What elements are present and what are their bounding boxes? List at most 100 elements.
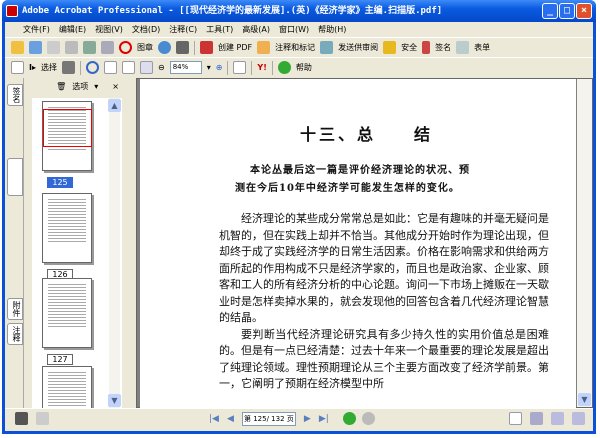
page-thumbnail[interactable] (42, 101, 92, 171)
select-cursor-icon: I▸ (29, 63, 36, 72)
pen-icon (422, 41, 431, 54)
menu-tools[interactable]: 工具(T) (206, 24, 233, 35)
facing-icon[interactable] (551, 412, 564, 425)
layers-icon[interactable] (15, 412, 28, 425)
title-bar: Adobe Acrobat Professional - [[现代经济学的最新发… (2, 0, 596, 22)
lock-icon (383, 41, 397, 54)
hand-tool-icon[interactable] (11, 61, 24, 74)
menu-advanced[interactable]: 高级(A) (242, 24, 270, 35)
organizer-icon[interactable] (29, 41, 42, 54)
main-toolbar: 图章 创建 PDF 注释和标记 发送供审阅 安全 签名 表单 (5, 37, 593, 57)
review-icon (320, 41, 334, 54)
previous-page-icon[interactable]: ◀ (227, 414, 234, 424)
forms-icon (456, 41, 470, 54)
panel-close-button[interactable]: × (112, 82, 119, 91)
menu-file[interactable]: 文件(F) (23, 24, 50, 35)
tab-signatures[interactable]: 签名 (7, 84, 23, 106)
next-page-icon[interactable]: ▶ (304, 414, 311, 424)
stamp-icon[interactable] (119, 41, 132, 54)
acrobat-app-icon (6, 5, 18, 17)
menu-bar: 文件(F) 编辑(E) 视图(V) 文档(D) 注释(C) 工具(T) 高级(A… (5, 22, 593, 37)
acrobat-window: Adobe Acrobat Professional - [[现代经济学的最新发… (2, 0, 596, 434)
zoom-out-icon[interactable]: ⊖ (158, 63, 165, 72)
minimize-button[interactable]: _ (542, 3, 558, 19)
abstract-line: 测在今后10年中经济学可能发生怎样的变化。 (235, 183, 460, 194)
attach-icon[interactable] (101, 41, 114, 54)
document-view: 十三、总 结 本论丛最后这一篇是评价经济理论的状况、预 测在今后10年中经济学可… (136, 78, 593, 409)
trash-icon[interactable]: 🗑 (56, 82, 66, 91)
help-button[interactable]: 帮助 (296, 62, 312, 73)
create-pdf-icon (200, 41, 213, 54)
yahoo-icon[interactable]: Y! (257, 63, 266, 72)
go-forward-icon[interactable] (361, 412, 375, 425)
options-dropdown-icon[interactable]: ▾ (94, 82, 98, 91)
help-icon (277, 61, 291, 74)
tab-pages[interactable] (7, 158, 23, 196)
open-icon[interactable] (11, 41, 24, 54)
send-review-button[interactable]: 发送供审阅 (338, 42, 378, 53)
page-thumbnail[interactable] (42, 278, 92, 348)
body-text: 经济理论的某些成分常常总是如此：它是有趣味的并毫无疑问是机智的，但在实践上却并不… (219, 211, 549, 393)
page-icon[interactable] (36, 412, 49, 425)
single-page-icon[interactable] (509, 412, 522, 425)
first-page-icon[interactable]: |◀ (209, 414, 219, 424)
thumbnail-scrollbar[interactable]: ▲ ▼ (108, 98, 121, 408)
print-icon[interactable] (65, 41, 78, 54)
stamp-button[interactable]: 图章 (137, 42, 153, 53)
fit-page-icon[interactable] (122, 61, 135, 74)
fit-width-icon[interactable] (140, 61, 153, 74)
navigation-tabs: 签名 附件 注释 (6, 78, 24, 408)
last-page-icon[interactable]: ▶| (319, 414, 329, 424)
menu-document[interactable]: 文档(D) (132, 24, 160, 35)
paragraph: 要判断当代经济理论研究具有多少持久性的实用价值总是困难的。但是有一点已经清楚：过… (219, 327, 549, 391)
window-title: Adobe Acrobat Professional - [[现代经济学的最新发… (22, 6, 443, 16)
document-scrollbar[interactable]: ▼ (577, 79, 592, 407)
email-icon[interactable] (83, 41, 96, 54)
continuous-icon[interactable] (530, 412, 543, 425)
rotate-icon[interactable] (233, 61, 247, 74)
page-thumbnail[interactable] (42, 193, 92, 263)
scroll-down-icon[interactable]: ▼ (578, 393, 591, 406)
maximize-button[interactable]: □ (559, 3, 575, 19)
pdf-page: 十三、总 结 本论丛最后这一篇是评价经济理论的状况、预 测在今后10年中经济学可… (140, 79, 576, 409)
menu-window[interactable]: 窗口(W) (279, 24, 309, 35)
zoom-dropdown-icon[interactable]: ▾ (207, 63, 211, 72)
page-number-input[interactable]: 第 125/ 132 页 (241, 411, 296, 426)
scroll-down-icon[interactable]: ▼ (108, 394, 121, 407)
snapshot-icon[interactable] (62, 61, 75, 74)
save-icon[interactable] (47, 41, 60, 54)
view-toolbar: I▸ 选择 ⊖ 84% ▾ ⊕ Y! 帮助 (5, 57, 593, 77)
scroll-up-icon[interactable]: ▲ (108, 99, 121, 112)
actual-size-icon[interactable] (104, 61, 117, 74)
continuous-facing-icon[interactable] (572, 412, 585, 425)
search-binoculars-icon[interactable] (176, 41, 189, 54)
comment-markup-button[interactable]: 注释和标记 (275, 42, 315, 53)
zoom-in-tool-icon[interactable] (86, 61, 99, 74)
abstract-line: 本论丛最后这一篇是评价经济理论的状况、预 (250, 165, 470, 176)
comment-icon (257, 41, 271, 54)
forms-button[interactable]: 表单 (474, 42, 490, 53)
pages-panel: 🗑 选项 ▾ × 125 126 127 ▲ ▼ (24, 78, 125, 408)
paragraph: 经济理论的某些成分常常总是如此：它是有趣味的并毫无疑问是机智的，但在实践上却并不… (219, 212, 549, 324)
menu-view[interactable]: 视图(V) (95, 24, 123, 35)
zoom-input[interactable]: 84% (169, 61, 202, 74)
sign-button[interactable]: 签名 (435, 42, 451, 53)
zoom-in-icon[interactable]: ⊕ (216, 63, 223, 72)
select-tool-button[interactable]: 选择 (41, 62, 57, 73)
options-menu[interactable]: 选项 (72, 81, 88, 92)
chapter-title: 十三、总 结 (300, 125, 434, 144)
create-pdf-button[interactable]: 创建 PDF (218, 42, 252, 53)
web-icon[interactable] (158, 41, 171, 54)
menu-help[interactable]: 帮助(H) (318, 24, 346, 35)
status-bar: |◀ ◀ 第 125/ 132 页 ▶ ▶| (5, 408, 593, 428)
tab-attachments[interactable]: 附件 (7, 298, 23, 320)
thumbnail-label: 125 (47, 177, 73, 188)
thumbnail-list: 125 126 127 ▲ ▼ (32, 98, 122, 408)
menu-comments[interactable]: 注释(C) (169, 24, 197, 35)
close-button[interactable]: × (576, 3, 592, 19)
tab-comments[interactable]: 注释 (7, 323, 23, 345)
menu-edit[interactable]: 编辑(E) (59, 24, 86, 35)
security-button[interactable]: 安全 (401, 42, 417, 53)
page-thumbnail[interactable] (42, 366, 92, 408)
go-back-icon[interactable] (342, 412, 356, 425)
